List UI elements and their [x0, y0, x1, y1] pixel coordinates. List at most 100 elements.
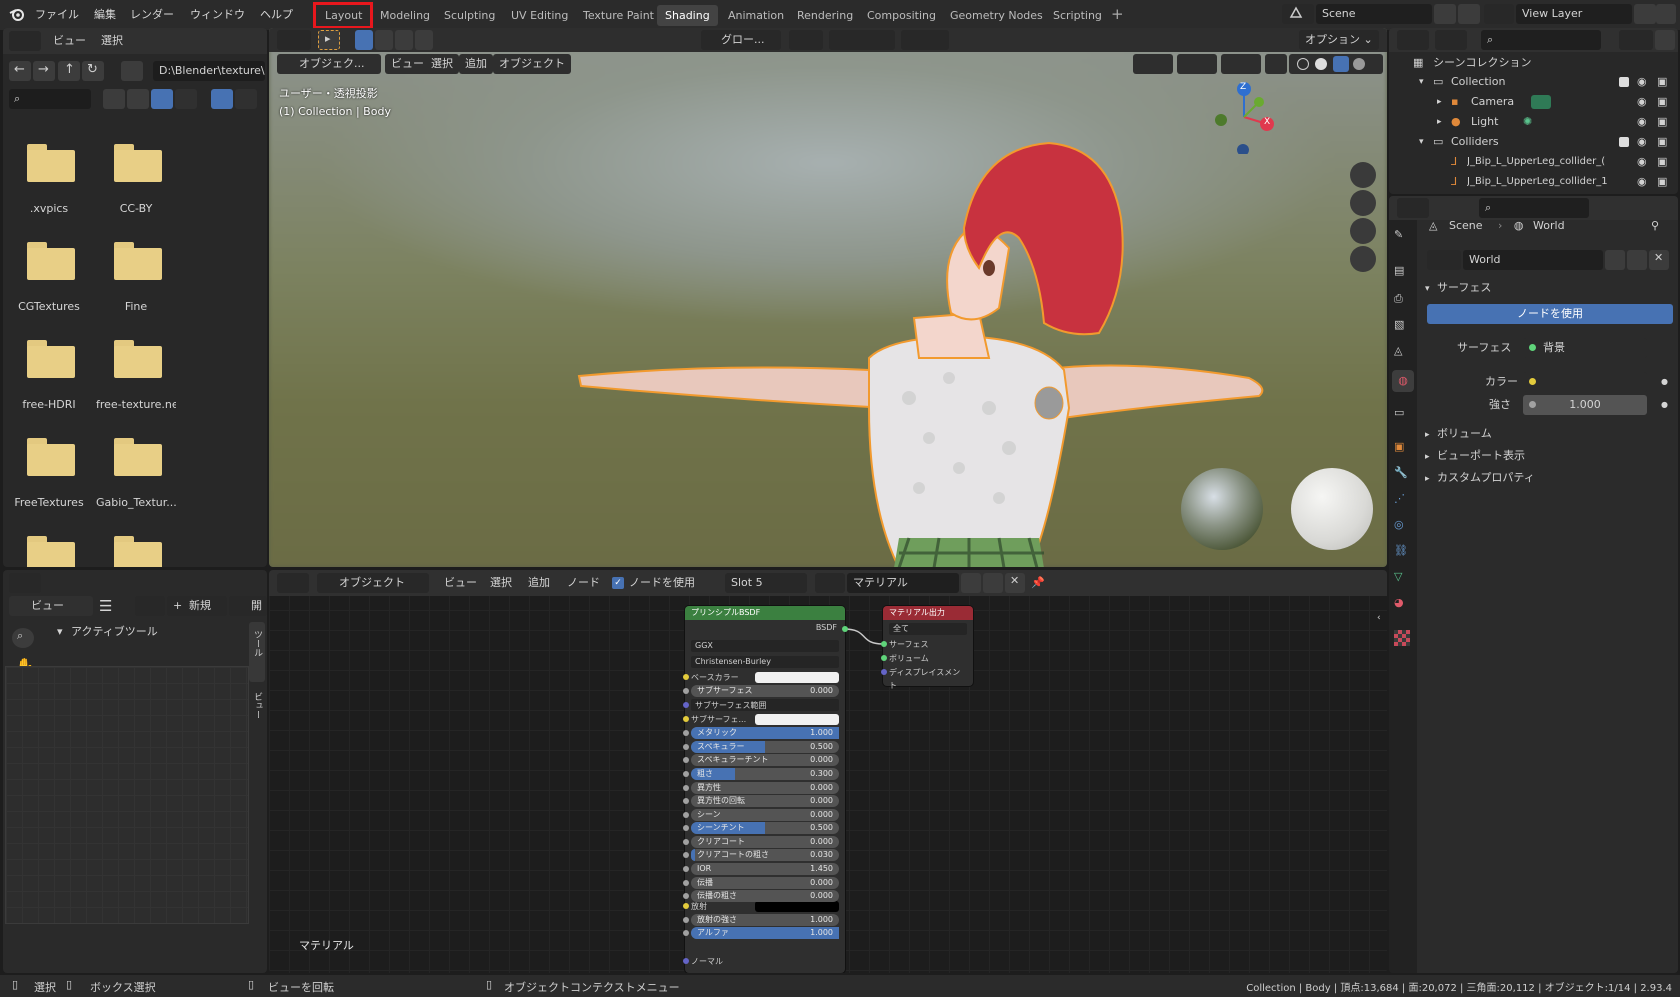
- surface-input-row[interactable]: サーフェス: [881, 638, 967, 651]
- keyframe-dot-icon[interactable]: ●: [1661, 395, 1668, 415]
- material-preview-icon[interactable]: [1333, 56, 1349, 72]
- image-browse-icon[interactable]: [135, 596, 165, 616]
- filter-dropdown-icon[interactable]: [235, 89, 257, 109]
- bsdf-slider[interactable]: シーン 0.000: [683, 809, 839, 821]
- proportional-edit-icon[interactable]: [901, 30, 949, 50]
- socket-dot[interactable]: [683, 702, 689, 708]
- new-collection-icon[interactable]: [1655, 30, 1675, 50]
- tool-settings-icon[interactable]: [277, 30, 311, 50]
- outliner-row-scene-collection[interactable]: ▦ シーンコレクション: [1389, 53, 1678, 73]
- forward-icon[interactable]: →: [33, 61, 55, 81]
- socket-dot[interactable]: [683, 730, 689, 736]
- light-data-icon[interactable]: ✺: [1523, 112, 1532, 132]
- world-tab-icon[interactable]: ◍: [1392, 370, 1414, 392]
- expand-arrow-icon[interactable]: ▸: [1437, 92, 1442, 112]
- keyframe-dot-icon[interactable]: ●: [1661, 372, 1668, 392]
- options-dropdown[interactable]: オプション ⌄: [1299, 30, 1379, 50]
- output-target-dropdown[interactable]: 全て: [889, 623, 967, 635]
- new-folder-icon[interactable]: [121, 61, 143, 81]
- eye-icon[interactable]: ◉: [1637, 132, 1647, 152]
- bsdf-slider[interactable]: サブサーフェス 0.000: [683, 685, 839, 697]
- tab-scripting[interactable]: Scripting: [1045, 5, 1110, 26]
- emission-color-swatch[interactable]: [755, 901, 839, 912]
- world-name-field[interactable]: World: [1463, 250, 1603, 270]
- parent-dir-icon[interactable]: ↑: [58, 61, 80, 81]
- checkbox-icon[interactable]: [1619, 137, 1629, 147]
- subsurface-color-swatch[interactable]: [755, 714, 839, 725]
- visibility-icon[interactable]: [1133, 54, 1173, 74]
- menu-render[interactable]: レンダー: [130, 6, 174, 22]
- normal-row[interactable]: ノーマル: [683, 955, 839, 968]
- tab-tool[interactable]: ツール: [249, 622, 265, 682]
- camera-data-icon[interactable]: [1531, 95, 1551, 109]
- socket-dot[interactable]: [683, 744, 689, 750]
- bsdf-slider[interactable]: 伝播 0.000: [683, 877, 839, 889]
- expand-arrow-icon[interactable]: ▾: [1419, 72, 1424, 92]
- checkbox-icon[interactable]: [1619, 77, 1629, 87]
- mesh-data-tab-icon[interactable]: ▽: [1394, 570, 1412, 588]
- camera-render-icon[interactable]: ▣: [1657, 172, 1667, 192]
- tab-view[interactable]: ビュー: [249, 684, 265, 732]
- texture-tab-icon[interactable]: [1394, 630, 1410, 646]
- strength-field[interactable]: 1.000: [1523, 395, 1647, 415]
- folder-item[interactable]: free-HDRI: [9, 340, 89, 430]
- principled-bsdf-node[interactable]: プリンシプルBSDF BSDF GGX Christensen-Burley ベ…: [683, 606, 848, 973]
- bsdf-slider[interactable]: シーンチント 0.500: [683, 822, 839, 834]
- viewport-menu-object[interactable]: オブジェクト: [493, 54, 571, 74]
- folder-item-partial[interactable]: [9, 536, 89, 567]
- outliner-row-collider[interactable]: ⅃ J_Bip_L_UpperLeg_collider_( ◉ ▣: [1389, 152, 1678, 172]
- delete-scene-icon[interactable]: [1458, 4, 1480, 24]
- use-nodes-button[interactable]: ノードを使用: [1427, 304, 1673, 324]
- camera-render-icon[interactable]: ▣: [1657, 92, 1667, 112]
- menu-window[interactable]: ウィンドウ: [190, 6, 245, 22]
- active-tool-label[interactable]: アクティブツール: [71, 622, 158, 642]
- render-tab-icon[interactable]: ▤: [1394, 264, 1412, 282]
- folder-item[interactable]: Fine: [96, 242, 176, 332]
- 3d-viewport[interactable]: ▸ グロー... オプション ⌄ オブジェク... ビュー 選択 追加 オブジェ…: [269, 28, 1387, 567]
- new-view-layer-icon[interactable]: [1634, 4, 1656, 24]
- pin-icon[interactable]: ⚲: [1651, 216, 1659, 236]
- folder-item-partial[interactable]: [96, 536, 176, 567]
- properties-search-input[interactable]: ⌕: [1479, 198, 1589, 218]
- bsdf-slider[interactable]: スペキュラー 0.500: [683, 741, 839, 753]
- tab-shading[interactable]: Shading: [657, 5, 718, 26]
- file-search-input[interactable]: ⌕: [9, 89, 91, 109]
- zoom-icon[interactable]: ⌕: [12, 628, 34, 648]
- image-view-menu[interactable]: ビュー: [9, 596, 93, 616]
- unlink-world-icon[interactable]: ✕: [1649, 250, 1669, 270]
- path-field[interactable]: D:\Blender\texture\: [153, 61, 265, 81]
- delete-view-layer-icon[interactable]: [1656, 4, 1676, 24]
- outliner-row-collection[interactable]: ▾ ▭ Collection ◉ ▣: [1389, 72, 1678, 92]
- subsurface-method-dropdown[interactable]: Christensen-Burley: [691, 656, 839, 668]
- eye-icon[interactable]: ◉: [1637, 112, 1647, 132]
- display-mode-icon[interactable]: [1435, 30, 1467, 50]
- socket-dot[interactable]: [683, 674, 689, 680]
- volume-panel-header[interactable]: ▸ ボリューム: [1425, 424, 1492, 444]
- socket-dot[interactable]: [683, 930, 689, 936]
- image-canvas[interactable]: [5, 666, 249, 924]
- refresh-icon[interactable]: ↻: [82, 61, 104, 81]
- view-layer-field[interactable]: View Layer: [1516, 4, 1632, 24]
- modifier-tab-icon[interactable]: 🔧: [1394, 466, 1412, 484]
- tool-tab-icon[interactable]: ✎: [1394, 228, 1412, 246]
- distribution-dropdown[interactable]: GGX: [691, 640, 839, 652]
- tab-rendering[interactable]: Rendering: [789, 5, 861, 26]
- new-scene-icon[interactable]: [1434, 4, 1456, 24]
- viewport-menu-select[interactable]: 選択: [425, 54, 459, 74]
- base-color-row[interactable]: ベースカラー: [683, 671, 839, 684]
- socket-dot[interactable]: [683, 825, 689, 831]
- tab-compositing[interactable]: Compositing: [859, 5, 944, 26]
- surface-panel-header[interactable]: ▾ サーフェス: [1425, 278, 1491, 298]
- view-layer-icon[interactable]: [1484, 4, 1514, 24]
- material-output-node[interactable]: マテリアル出力 全て サーフェス ボリューム ディスプレイスメント: [881, 606, 973, 690]
- rendered-shading-icon[interactable]: [1353, 58, 1365, 70]
- shader-editor[interactable]: オブジェクト ビュー 選択 追加 ノード ✓ ノードを使用 Slot 5 マテリ…: [269, 570, 1387, 973]
- pan-view-icon[interactable]: [1350, 190, 1376, 216]
- bsdf-slider[interactable]: 放射の強さ 1.000: [683, 914, 839, 926]
- expand-arrow-icon[interactable]: ▾: [1419, 132, 1424, 152]
- object-tab-icon[interactable]: ▣: [1394, 440, 1412, 458]
- socket-dot[interactable]: [683, 852, 689, 858]
- folder-item[interactable]: .xvpics: [9, 144, 89, 234]
- new-image-button[interactable]: 新規 +: [167, 596, 227, 616]
- tab-modeling[interactable]: Modeling: [372, 5, 438, 26]
